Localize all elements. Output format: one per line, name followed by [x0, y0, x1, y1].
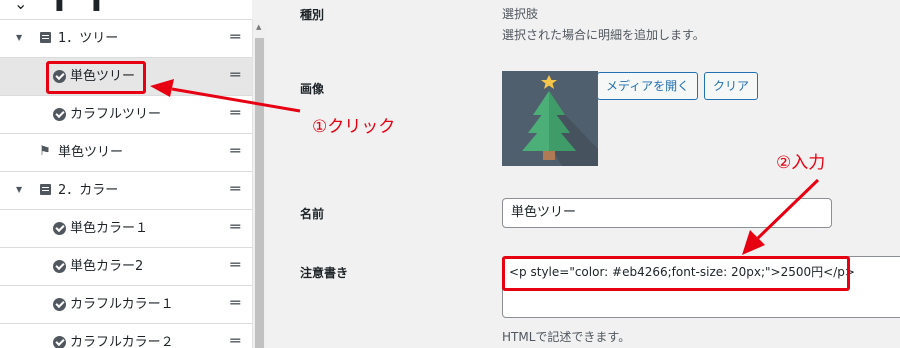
input-annotation: ②入力 — [776, 153, 826, 173]
click-annotation: ①クリック — [312, 117, 396, 137]
input-arrow-icon — [742, 178, 820, 255]
click-arrow-icon — [150, 79, 301, 113]
annotation-arrows — [150, 79, 820, 255]
